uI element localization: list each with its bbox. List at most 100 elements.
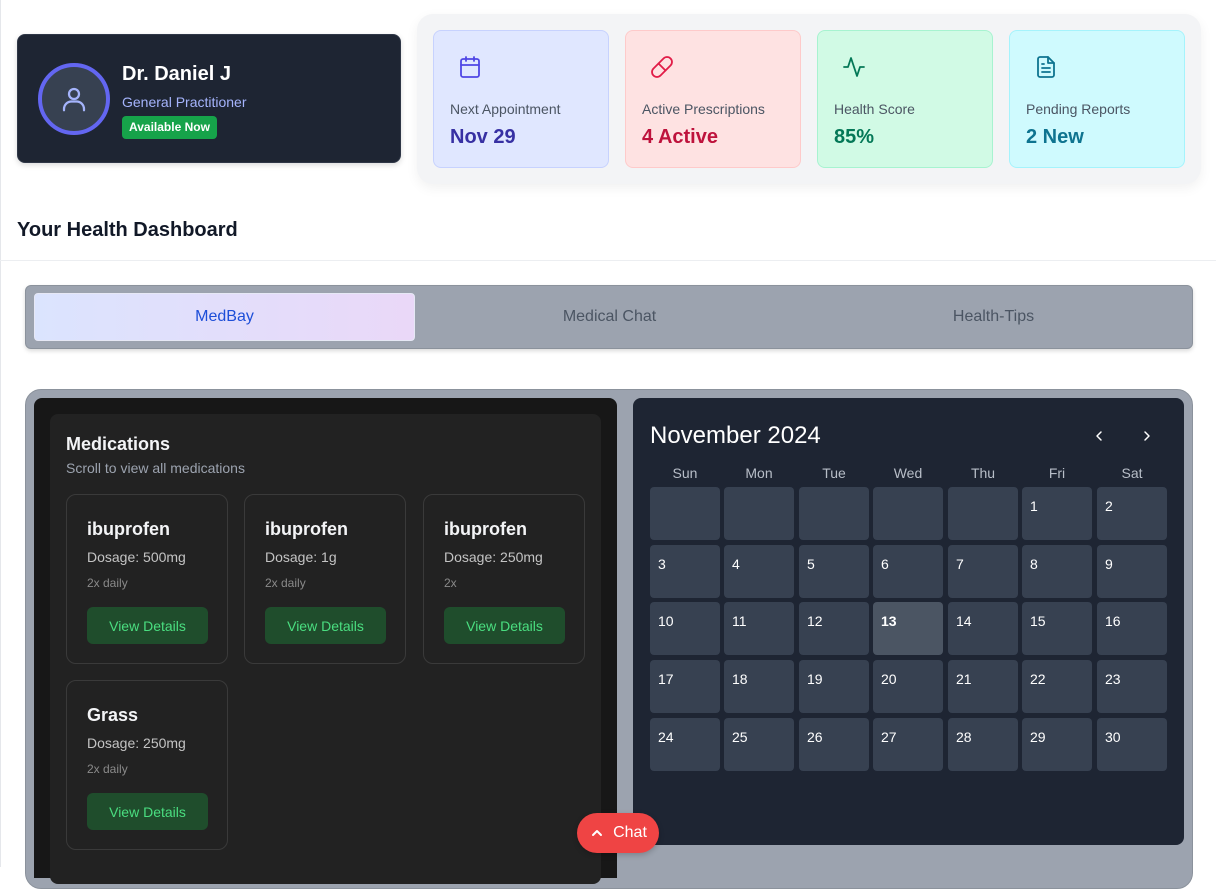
stat-card-pending-reports[interactable]: Pending Reports 2 New [1009,30,1185,168]
weekday-label: Thu [970,465,996,481]
calendar-day[interactable]: 14 [948,602,1018,655]
view-details-button[interactable]: View Details [87,793,208,830]
calendar-day[interactable]: 11 [724,602,794,655]
medication-card: ibuprofen Dosage: 1g 2x daily View Detai… [244,494,406,664]
doctor-profile-card: Dr. Daniel J General Practitioner Availa… [17,34,401,163]
medication-name: ibuprofen [87,519,170,539]
chevron-right-icon [1144,431,1150,441]
pill-icon [651,56,673,78]
medication-dosage: Dosage: 250mg [87,735,186,751]
calendar-day-number: 10 [658,613,674,629]
calendar-empty-cell [948,487,1018,540]
calendar-day-number: 18 [732,671,748,687]
calendar-day-number: 22 [1030,671,1046,687]
calendar-day[interactable]: 18 [724,660,794,713]
calendar-day[interactable]: 26 [799,718,869,771]
medications-subtitle: Scroll to view all medications [66,460,245,476]
tab-medbay[interactable]: MedBay [34,293,415,341]
calendar-day-number: 24 [658,729,674,745]
calendar-day-number: 8 [1030,556,1038,572]
medications-list[interactable]: Medications Scroll to view all medicatio… [50,414,601,884]
medication-card: ibuprofen Dosage: 250mg 2x View Details [423,494,585,664]
calendar-day-number: 21 [956,671,972,687]
calendar-day[interactable]: 3 [650,545,720,598]
stat-card-next-appointment[interactable]: Next Appointment Nov 29 [433,30,609,168]
calendar-day[interactable]: 5 [799,545,869,598]
calendar-day-number: 3 [658,556,666,572]
chat-button[interactable]: Chat [577,813,659,853]
calendar-day[interactable]: 7 [948,545,1018,598]
chat-button-label: Chat [613,824,647,841]
stat-label: Pending Reports [1026,101,1131,117]
medication-dosage: Dosage: 250mg [444,549,543,565]
view-details-button[interactable]: View Details [444,607,565,644]
calendar-day[interactable]: 22 [1022,660,1092,713]
stat-label: Health Score [834,101,915,117]
medication-frequency: 2x daily [87,762,128,776]
medication-name: Grass [87,705,139,725]
calendar-day[interactable]: 23 [1097,660,1167,713]
calendar-day-number: 30 [1105,729,1121,745]
calendar-empty-cell [724,487,794,540]
weekday-label: Mon [745,465,773,481]
calendar-day[interactable]: 13 [873,602,943,655]
stats-panel: Next Appointment Nov 29 Active Prescript… [417,14,1201,184]
calendar-day[interactable]: 8 [1022,545,1092,598]
avatar [38,63,110,135]
calendar-day-number: 16 [1105,613,1121,629]
tab-health-tips[interactable]: Health-Tips [803,293,1184,341]
calendar-day[interactable]: 28 [948,718,1018,771]
calendar-day-number: 27 [881,729,897,745]
calendar-day-number: 15 [1030,613,1046,629]
chevron-up-icon [592,830,603,836]
calendar-day[interactable]: 10 [650,602,720,655]
divider [0,260,1216,261]
calendar-day-number: 13 [881,613,897,629]
calendar-day-number: 5 [807,556,815,572]
calendar-day[interactable]: 17 [650,660,720,713]
calendar-empty-cell [650,487,720,540]
medication-card: Grass Dosage: 250mg 2x daily View Detail… [66,680,228,850]
calendar-day[interactable]: 30 [1097,718,1167,771]
calendar-day[interactable]: 20 [873,660,943,713]
doctor-role: General Practitioner [122,94,247,110]
medication-frequency: 2x daily [265,576,306,590]
calendar-day[interactable]: 21 [948,660,1018,713]
calendar-day-number: 7 [956,556,964,572]
calendar-day[interactable]: 9 [1097,545,1167,598]
calendar-day[interactable]: 19 [799,660,869,713]
calendar-day[interactable]: 1 [1022,487,1092,540]
tab-bar: MedBay Medical Chat Health-Tips [25,285,1193,349]
file-text-icon [1037,56,1055,78]
weekday-label: Tue [822,465,846,481]
calendar-day-number: 23 [1105,671,1121,687]
calendar-day[interactable]: 15 [1022,602,1092,655]
medication-card: ibuprofen Dosage: 500mg 2x daily View De… [66,494,228,664]
calendar-day-number: 17 [658,671,674,687]
calendar-day[interactable]: 25 [724,718,794,771]
stat-card-health-score[interactable]: Health Score 85% [817,30,993,168]
previous-month-button[interactable] [1085,422,1113,450]
calendar-day[interactable]: 29 [1022,718,1092,771]
page-left-border [0,0,1,867]
calendar-day-number: 14 [956,613,972,629]
calendar-day[interactable]: 12 [799,602,869,655]
calendar-day[interactable]: 4 [724,545,794,598]
calendar-day[interactable]: 2 [1097,487,1167,540]
medications-title: Medications [66,434,171,454]
status-badge: Available Now [122,116,217,139]
calendar-day-number: 12 [807,613,823,629]
next-month-button[interactable] [1133,422,1161,450]
medication-dosage: Dosage: 1g [265,549,337,565]
calendar-day[interactable]: 24 [650,718,720,771]
calendar-month-title: November 2024 [650,422,821,449]
calendar-day[interactable]: 6 [873,545,943,598]
view-details-button[interactable]: View Details [265,607,386,644]
tab-medical-chat[interactable]: Medical Chat [419,293,800,341]
calendar-day[interactable]: 27 [873,718,943,771]
stat-value: 4 Active [642,126,718,148]
page-title: Your Health Dashboard [17,219,238,241]
stat-card-active-prescriptions[interactable]: Active Prescriptions 4 Active [625,30,801,168]
calendar-day[interactable]: 16 [1097,602,1167,655]
view-details-button[interactable]: View Details [87,607,208,644]
